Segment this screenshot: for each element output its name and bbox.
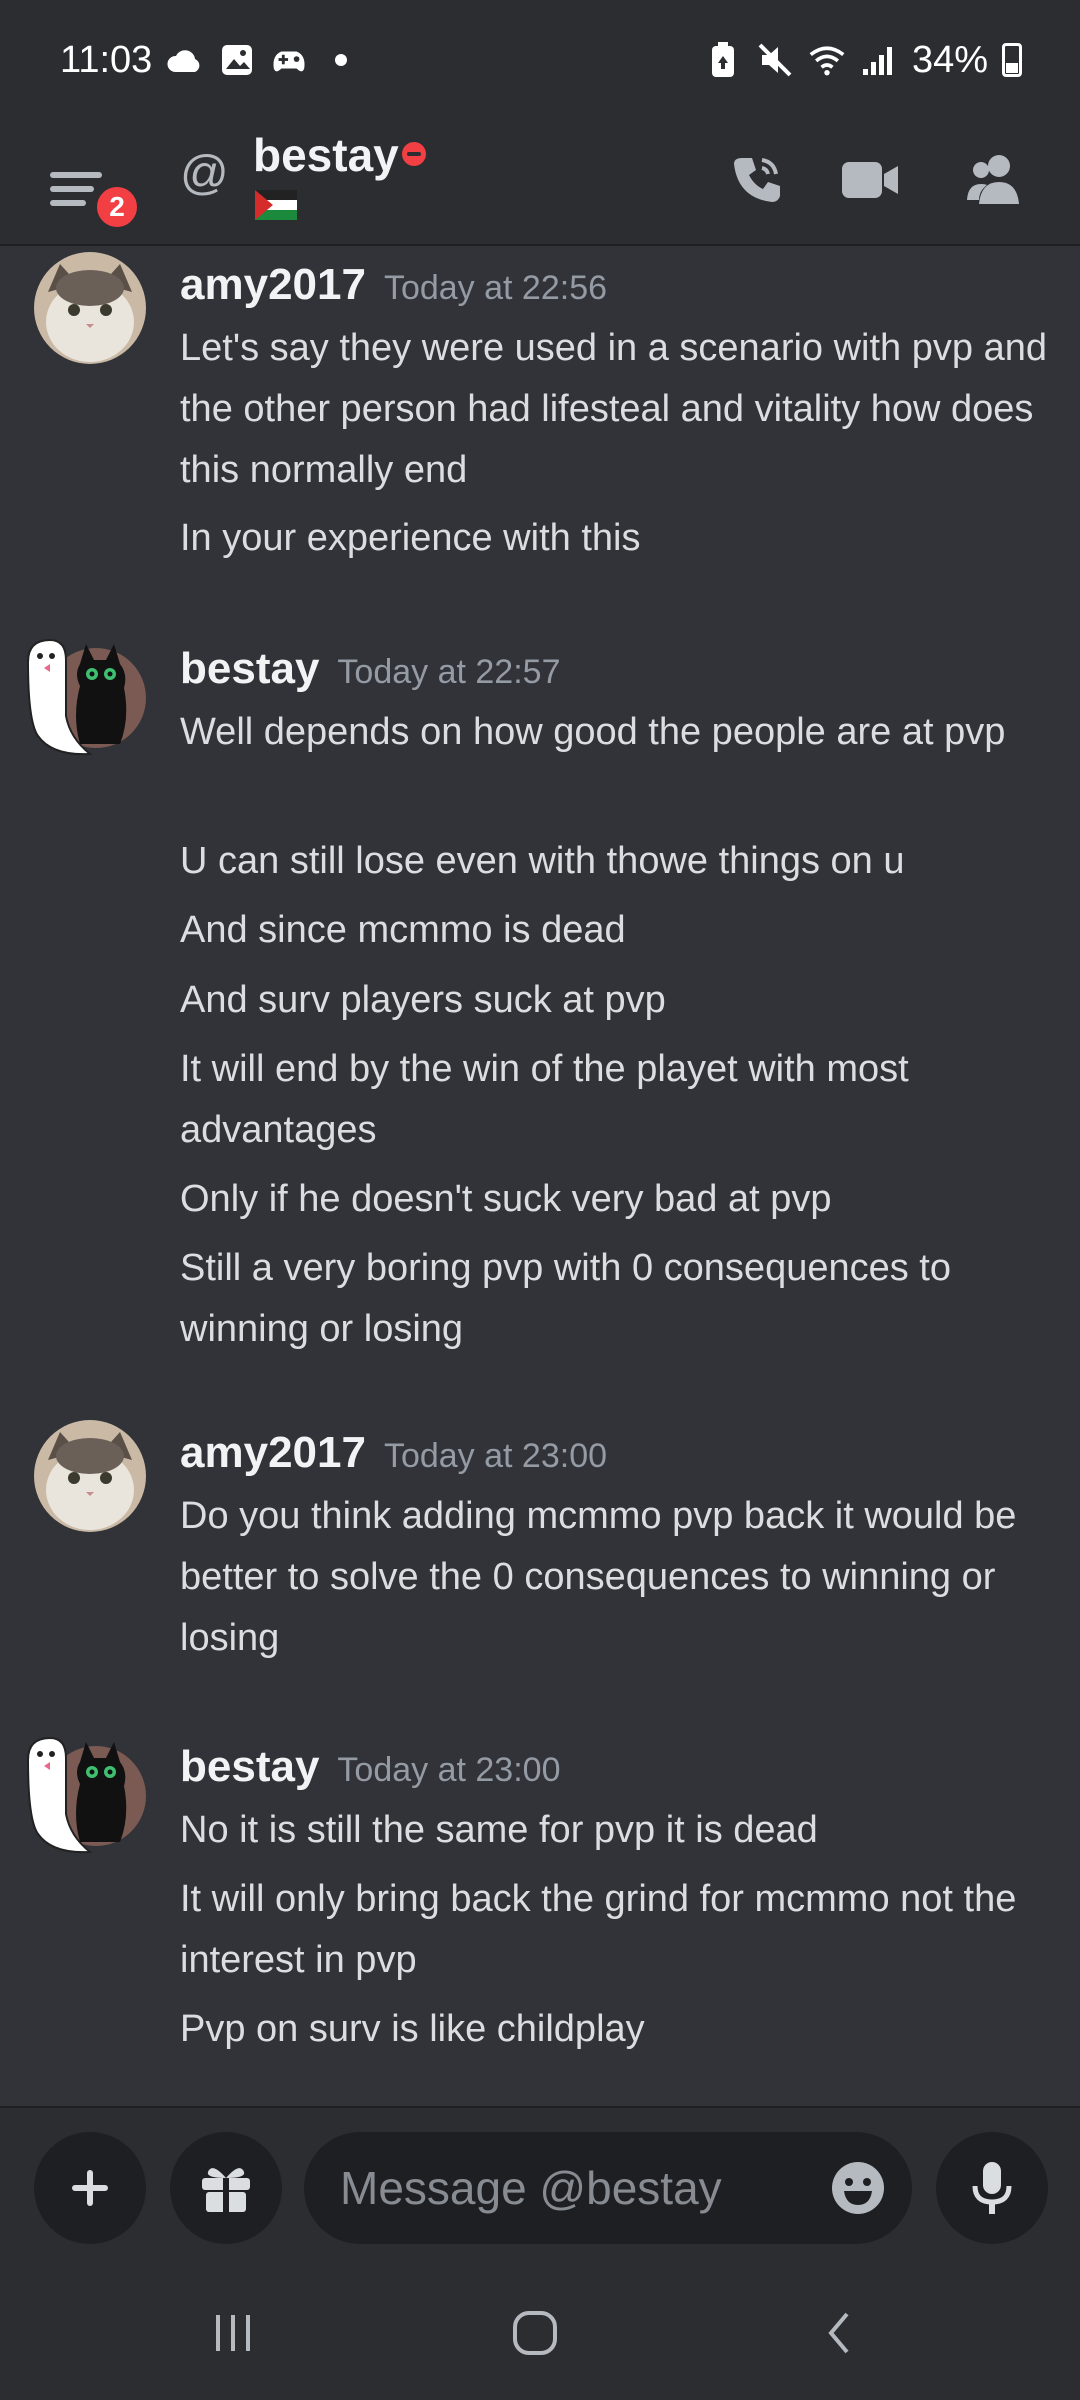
dm-recipient-name[interactable]: bestay (253, 128, 399, 182)
battery-percent: 34% (911, 38, 988, 81)
author-name: amy2017 (180, 260, 366, 309)
cat-photo-avatar-icon (34, 1420, 146, 1532)
unread-badge: 2 (92, 182, 142, 232)
system-nav-bar (0, 2266, 1080, 2400)
members-icon (967, 155, 1019, 204)
message-text: In your experience with this (180, 517, 641, 559)
message-author[interactable]: bestay Today at 23:00 (180, 1742, 560, 1792)
emoji-icon[interactable] (830, 2160, 886, 2216)
message-text: No it is still the same for pvp it is de… (180, 1809, 818, 1851)
message-timestamp: Today at 23:00 (337, 1751, 561, 1789)
message-composer: Message @bestay (0, 2106, 1080, 2266)
message-text: And surv players suck at pvp (180, 979, 666, 1021)
dnd-status-icon (402, 142, 426, 166)
dot-icon (322, 41, 360, 79)
avatar[interactable] (22, 1732, 146, 1854)
gift-button[interactable] (170, 2132, 282, 2244)
voice-message-button[interactable] (936, 2132, 1048, 2244)
signal-icon (860, 41, 898, 79)
menu-button[interactable]: 2 (50, 146, 142, 232)
mute-icon (756, 41, 794, 79)
back-icon (828, 2312, 849, 2354)
recents-button[interactable] (188, 2296, 278, 2370)
message-text: It will only bring back the grind for mc… (180, 1878, 1017, 1981)
message-author[interactable]: amy2017 Today at 22:56 (180, 260, 607, 310)
home-button[interactable] (490, 2296, 580, 2370)
call-icon (734, 158, 780, 202)
wifi-icon (808, 41, 846, 79)
message-text: Let's say they were used in a scenario w… (180, 327, 1047, 491)
palestine-flag-icon (255, 190, 297, 220)
plus-icon (72, 2170, 108, 2206)
clock: 11:03 (60, 38, 153, 81)
add-attachment-button[interactable] (34, 2132, 146, 2244)
author-name: bestay (180, 1742, 320, 1791)
battery-icon (1002, 43, 1022, 77)
message-timestamp: Today at 22:56 (383, 269, 608, 307)
home-icon (513, 2311, 557, 2355)
message-text: It will end by the win of the playet wit… (180, 1048, 909, 1151)
message-timestamp: Today at 22:57 (337, 653, 561, 691)
message-timestamp: Today at 23:00 (383, 1437, 608, 1475)
status-bar-right: 34% (704, 39, 1022, 82)
message-input[interactable]: Message @bestay (304, 2132, 912, 2244)
message-text: Only if he doesn't suck very bad at pvp (180, 1178, 832, 1220)
battery-saver-icon (704, 41, 742, 79)
cloud-icon (166, 41, 204, 79)
gift-icon (202, 2168, 250, 2212)
message-text: And since mcmmo is dead (180, 909, 626, 951)
avatar[interactable] (22, 634, 146, 756)
image-icon (218, 41, 256, 79)
avatar[interactable] (34, 252, 146, 364)
message-author[interactable]: bestay Today at 22:57 (180, 644, 560, 694)
message-text: Do you think adding mcmmo pvp back it wo… (180, 1495, 1017, 1659)
recents-icon (216, 2315, 250, 2351)
back-button[interactable] (794, 2296, 884, 2370)
author-name: bestay (180, 644, 320, 693)
members-button[interactable] (955, 140, 1035, 220)
video-icon (842, 162, 898, 198)
microphone-icon (972, 2162, 1012, 2214)
message-text: Well depends on how good the people are … (180, 711, 1006, 753)
black-cat-avatar-icon (26, 1736, 146, 1854)
message-text: Still a very boring pvp with 0 consequen… (180, 1247, 951, 1350)
black-cat-avatar-icon (26, 638, 146, 756)
dm-header: 2 @ bestay (0, 120, 1080, 246)
avatar[interactable] (34, 1420, 146, 1532)
author-name: amy2017 (180, 1428, 366, 1477)
at-icon: @ (180, 147, 229, 200)
status-bar: 11:03 34% (0, 0, 1080, 120)
message-author[interactable]: amy2017 Today at 23:00 (180, 1428, 607, 1478)
status-bar-left: 11:03 (60, 39, 360, 82)
message-text: U can still lose even with thowe things … (180, 840, 905, 882)
message-input-placeholder: Message @bestay (340, 2162, 722, 2214)
game-controller-icon (270, 41, 308, 79)
message-text: Pvp on surv is like childplay (180, 2008, 645, 2050)
video-call-button[interactable] (830, 140, 910, 220)
call-button[interactable] (718, 140, 798, 220)
cat-photo-avatar-icon (34, 252, 146, 364)
